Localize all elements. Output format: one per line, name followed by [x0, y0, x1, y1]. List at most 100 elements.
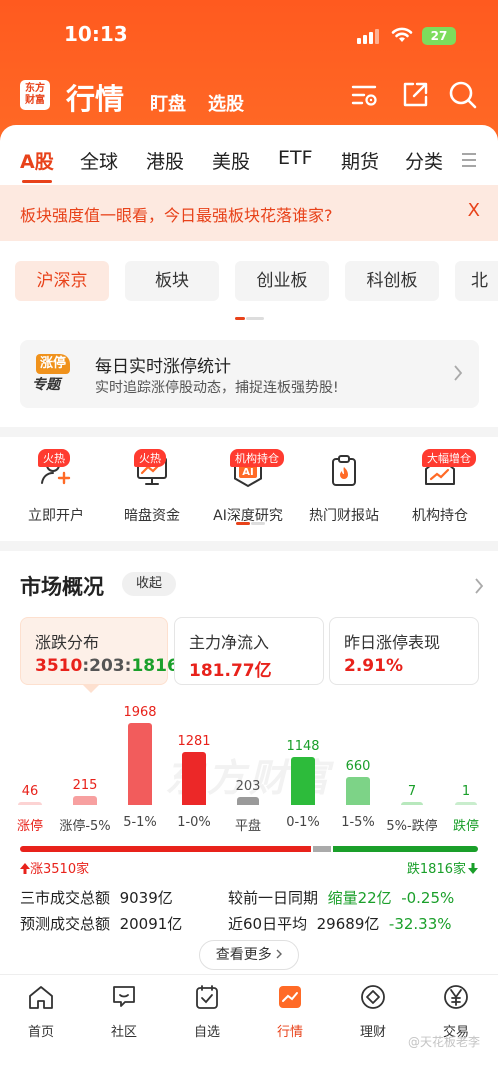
- chart-bar: [346, 777, 370, 805]
- card-label: 涨跌分布: [35, 633, 100, 652]
- btab-wealth[interactable]: 理财: [343, 983, 403, 1040]
- collapse-button[interactable]: 收起: [122, 572, 176, 596]
- stat-change: 缩量22亿: [327, 889, 392, 907]
- bar-value-label: 1281: [177, 734, 211, 749]
- chip-bse[interactable]: 北交: [455, 261, 498, 301]
- fn-institution[interactable]: 大幅增仓 机构持仓: [400, 449, 480, 525]
- chart-bar: [73, 796, 97, 805]
- bar-category-label: 5-1%: [123, 815, 157, 830]
- stat-avg: 29689亿: [316, 915, 380, 933]
- card-label: 主力净流入: [189, 633, 270, 652]
- btab-label: 社区: [110, 1025, 137, 1040]
- view-more-button[interactable]: 查看更多: [199, 940, 299, 970]
- view-more-label: 查看更多: [215, 947, 272, 963]
- fn-dark-pool[interactable]: 火热 暗盘资金: [112, 449, 192, 525]
- chip-chinext[interactable]: 创业板: [235, 261, 329, 301]
- fn-label: 暗盘资金: [124, 508, 180, 524]
- chip-star-market[interactable]: 科创板: [345, 261, 439, 301]
- bar-category-label: 5%-跌停: [386, 819, 438, 834]
- chart-bar: [237, 797, 259, 805]
- chip-hushenjing[interactable]: 沪深京: [15, 261, 109, 301]
- nav-link-screener[interactable]: 选股: [208, 90, 244, 116]
- nav-link-watch[interactable]: 盯盘: [150, 90, 186, 116]
- fn-earnings[interactable]: 热门财报站: [304, 453, 384, 525]
- ratio-down-text: 跌1816家: [406, 862, 466, 877]
- share-icon[interactable]: [400, 80, 430, 110]
- market-tabs: A股 全球 港股 美股 ETF 期货 分类: [0, 147, 498, 183]
- tab-a-shares[interactable]: A股: [20, 147, 54, 174]
- btab-watchlist[interactable]: 自选: [177, 983, 237, 1040]
- settings-list-icon[interactable]: [350, 80, 380, 110]
- limit-up-promo[interactable]: 涨停 专题 每日实时涨停统计 实时追踪涨停股动态，捕捉连板强势股!: [20, 340, 479, 408]
- chart-bar: [18, 802, 42, 805]
- status-time: 10:13: [64, 22, 128, 46]
- chart-bar: [291, 757, 315, 805]
- fn-badge: 火热: [134, 449, 166, 467]
- ratio-up-segment: [20, 846, 311, 852]
- bar-value-label: 7: [407, 784, 417, 799]
- battery-icon: 27: [422, 27, 456, 45]
- promo-banner[interactable]: 板块强度值一眼看，今日最强板块花落谁家? X: [0, 185, 498, 241]
- menu-icon[interactable]: [460, 151, 478, 169]
- chip-sector[interactable]: 板块: [125, 261, 219, 301]
- card-distribution[interactable]: 涨跌分布 3510:203:1816: [20, 617, 179, 693]
- ratio-down-label: 跌1816家: [407, 858, 478, 877]
- ratio-up-text: 涨3510家: [30, 862, 90, 877]
- bar-value-label: 215: [72, 778, 98, 793]
- ratio-flat-segment: [313, 846, 331, 852]
- chart-bar: [401, 802, 423, 805]
- search-icon[interactable]: [448, 80, 478, 110]
- bar-value-label: 203: [235, 779, 261, 794]
- card-main-inflow[interactable]: 主力净流入 181.77亿: [174, 617, 324, 685]
- bar-category-label: 涨停: [16, 819, 43, 834]
- tab-hk[interactable]: 港股: [146, 147, 184, 174]
- tab-etf[interactable]: ETF: [278, 147, 313, 169]
- stat-60d-avg: 近60日平均 29689亿 -32.33%: [228, 913, 452, 934]
- tab-category[interactable]: 分类: [405, 147, 443, 174]
- tab-futures[interactable]: 期货: [341, 147, 379, 174]
- card-value: 181.77亿: [189, 661, 272, 681]
- stat-pct: -32.33%: [388, 915, 452, 933]
- page-title: 行情: [66, 82, 125, 116]
- chart-bar: [128, 723, 152, 805]
- fn-label: 机构持仓: [412, 508, 468, 524]
- battery-level: 27: [430, 29, 448, 43]
- card-limit-up-perf[interactable]: 昨日涨停表现 2.91%: [329, 617, 479, 685]
- bar-category-label: 跌停: [452, 819, 479, 834]
- chevron-right-icon[interactable]: [474, 577, 484, 595]
- bar-value-label: 660: [345, 759, 371, 774]
- tab-global[interactable]: 全球: [80, 147, 118, 174]
- promo-title: 每日实时涨停统计: [95, 357, 231, 377]
- btab-market[interactable]: 行情: [260, 983, 320, 1040]
- yen-icon: [444, 985, 468, 1009]
- clipboard-fire-icon: [332, 455, 356, 486]
- chart-bar: [182, 752, 206, 805]
- app-logo[interactable]: 东方财富: [20, 80, 50, 110]
- stat-label: 三市成交总额: [20, 889, 111, 907]
- promo-subtitle: 实时追踪涨停股动态，捕捉连板强势股!: [95, 380, 339, 396]
- section-divider: [0, 427, 498, 437]
- limit-up-badge: 涨停 专题: [32, 354, 76, 394]
- flat-count: 203: [89, 656, 125, 676]
- btab-community[interactable]: 社区: [94, 983, 154, 1040]
- banner-close-button[interactable]: X: [468, 200, 480, 221]
- bar-category-label: 涨停-5%: [59, 819, 111, 834]
- btab-home[interactable]: 首页: [11, 983, 71, 1040]
- tab-us[interactable]: 美股: [212, 147, 250, 174]
- stat-total-volume: 三市成交总额 9039亿: [20, 887, 173, 908]
- up-down-ratio-bar: [20, 846, 478, 852]
- stat-label: 近60日平均: [228, 915, 308, 933]
- fn-label: 热门财报站: [309, 508, 379, 524]
- ratio-down-segment: [333, 846, 478, 852]
- wifi-icon: [391, 27, 413, 42]
- card-pointer: [83, 685, 99, 693]
- fn-open-account[interactable]: 火热 立即开户: [16, 449, 96, 525]
- up-count: 3510: [35, 656, 83, 676]
- app-logo-text: 东方财富: [25, 83, 45, 106]
- banner-text: 板块强度值一眼看，今日最强板块花落谁家?: [20, 206, 333, 225]
- stat-value: 9039亿: [119, 889, 173, 907]
- btab-trade[interactable]: 交易: [426, 983, 486, 1040]
- fn-ai-research[interactable]: AI 机构持仓 AI深度研究: [208, 449, 288, 525]
- checklist-icon: [196, 985, 218, 1009]
- fn-badge: 火热: [38, 449, 70, 467]
